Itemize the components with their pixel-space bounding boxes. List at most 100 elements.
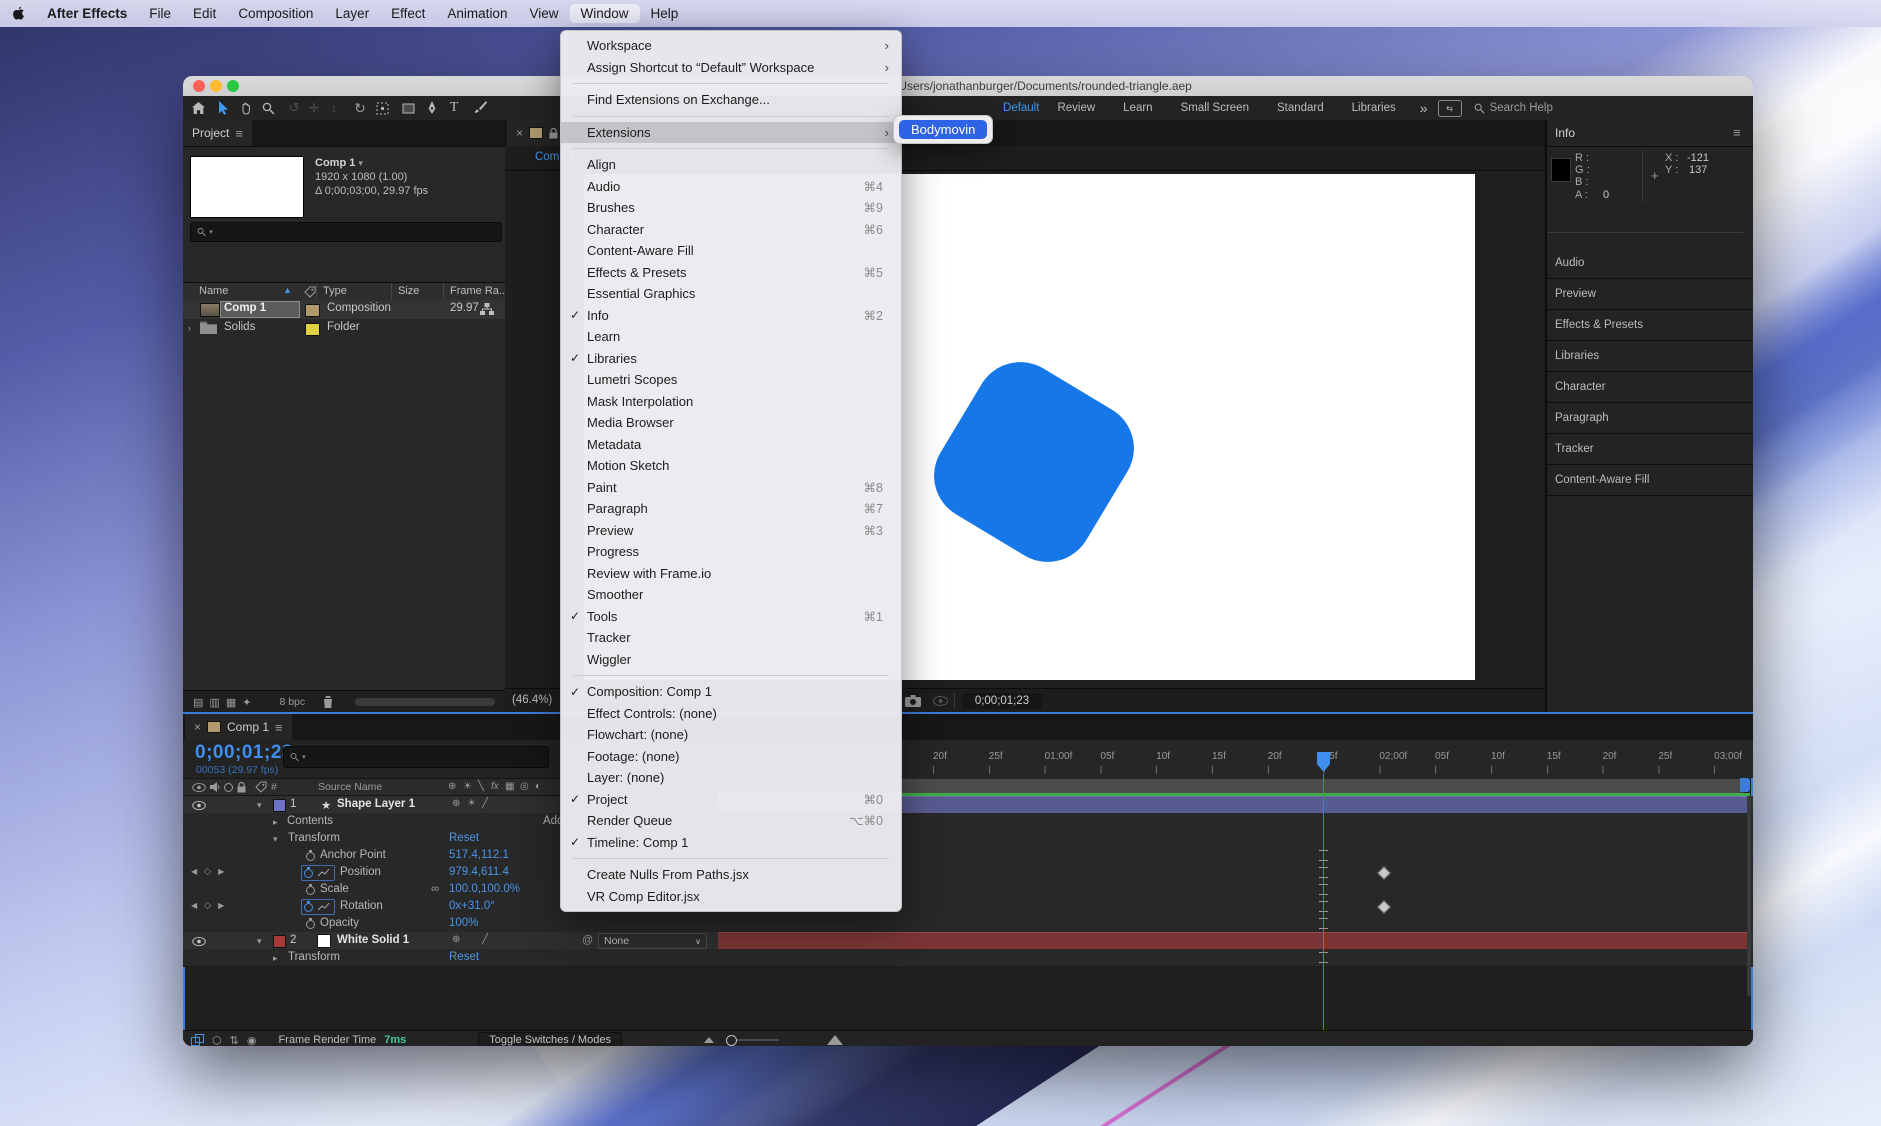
menu-item[interactable] — [561, 853, 901, 864]
stopwatch-icon[interactable] — [306, 850, 315, 861]
menu-item[interactable]: Render Queue ⌥⌘0 — [561, 810, 901, 832]
magnification-ratio[interactable]: (46.4%) — [512, 694, 552, 706]
pan-behind-tool-icon[interactable] — [373, 99, 391, 117]
property-label[interactable]: Anchor Point — [320, 849, 386, 861]
close-icon[interactable]: × — [194, 720, 201, 734]
parent-link-dropdown[interactable]: None ∨ — [598, 933, 707, 949]
stopwatch-active-icon[interactable] — [304, 867, 313, 878]
menubar-item[interactable]: View — [518, 4, 569, 23]
selection-tool-icon[interactable] — [215, 99, 233, 117]
quality-icon[interactable]: ╲ — [478, 781, 484, 792]
label-color-chip[interactable] — [305, 304, 320, 317]
collapse-chevron-icon[interactable]: ▾ — [257, 936, 262, 947]
orbit-camera-tool-icon[interactable]: ↺ — [285, 99, 303, 117]
opacity-value[interactable]: 100% — [449, 917, 478, 929]
menu-item[interactable]: Tracker — [561, 627, 901, 649]
property-label[interactable]: Opacity — [320, 917, 359, 929]
zoom-out-mountain-icon[interactable] — [704, 1037, 714, 1043]
menu-item[interactable]: Essential Graphics — [561, 283, 901, 305]
anchor-point-value[interactable]: 517.4,112.1 — [449, 849, 509, 861]
project-row-solids[interactable]: › Solids Folder — [183, 319, 505, 338]
menu-item[interactable]: Extensions › — [561, 122, 901, 144]
menu-item[interactable]: ✓ Info ⌘2 — [561, 305, 901, 327]
workspace-tab[interactable]: Learn — [1109, 102, 1166, 114]
property-label[interactable]: Position — [340, 866, 381, 878]
keyframe-navigator[interactable]: ◀◇▶ — [191, 867, 224, 877]
camera-shutter-icon[interactable]: ◉ — [247, 1034, 257, 1047]
snapshot-camera-icon[interactable] — [905, 695, 921, 707]
close-window-button[interactable] — [193, 80, 205, 92]
rectangle-tool-icon[interactable] — [399, 99, 417, 117]
effects-fx-icon[interactable]: fx — [491, 781, 499, 792]
toggle-switches-modes-button[interactable]: Toggle Switches / Modes — [478, 1032, 622, 1046]
menu-item[interactable]: ✓ Composition: Comp 1 — [561, 681, 901, 703]
menu-item[interactable]: Audio ⌘4 — [561, 176, 901, 198]
menu-item[interactable] — [561, 143, 901, 154]
property-row-transform-solid[interactable]: ▸ Transform Reset — [183, 949, 1753, 967]
menu-item[interactable]: ✓ Libraries — [561, 348, 901, 370]
quality-switch-icon[interactable]: ╱ — [482, 934, 488, 945]
mini-flowchart-icon[interactable] — [191, 1034, 204, 1047]
adjustment-icon[interactable]: ◐ — [535, 781, 541, 792]
rotation-tool-icon[interactable]: ↻ — [351, 99, 369, 117]
menu-item[interactable]: Flowchart: (none) — [561, 724, 901, 746]
menubar-item[interactable]: Effect — [380, 4, 436, 23]
menubar-item[interactable]: Composition — [227, 4, 324, 23]
label-color-chip[interactable] — [305, 323, 320, 336]
folder-create-icon[interactable]: ▥ — [209, 696, 219, 709]
disclosure-chevron-icon[interactable]: ▸ — [273, 953, 278, 964]
disclosure-chevron-icon[interactable]: ▸ — [273, 817, 278, 828]
disclosure-chevron-icon[interactable]: › — [188, 323, 191, 333]
timeline-vertical-scrollbar[interactable] — [1747, 796, 1751, 996]
layer-row-white-solid[interactable]: ▾ 2 White Solid 1 ⊕ ╱ @ None ∨ — [183, 932, 1753, 950]
solo-icon[interactable] — [224, 783, 233, 792]
property-row-transform[interactable]: ▾ Transform Reset — [183, 830, 1753, 848]
property-label[interactable]: Transform — [288, 951, 340, 963]
home-tool-icon[interactable] — [189, 99, 207, 117]
layer-color-chip[interactable] — [273, 799, 286, 812]
motion-blur-icon[interactable]: ◎ — [520, 781, 529, 792]
playhead-line[interactable] — [1323, 774, 1324, 1032]
property-label[interactable]: Rotation — [340, 900, 383, 912]
menu-item[interactable]: Metadata — [561, 434, 901, 456]
panel-menu-icon[interactable]: ≡ — [235, 126, 243, 141]
shy-icon[interactable]: ⊕ — [448, 781, 456, 792]
property-label[interactable]: Transform — [288, 832, 340, 844]
transform-reset-link[interactable]: Reset — [449, 832, 479, 844]
project-row-comp1[interactable]: Comp 1 Composition 29.97 — [183, 300, 505, 319]
property-label[interactable]: Scale — [320, 883, 349, 895]
collapsed-panel-header[interactable]: Preview — [1547, 279, 1753, 310]
collapsed-panel-header[interactable]: Tracker — [1547, 434, 1753, 465]
audio-speaker-icon[interactable] — [210, 782, 220, 792]
project-bit-depth[interactable]: 8 bpc — [279, 696, 305, 708]
column-source-name[interactable]: Source Name — [318, 781, 382, 793]
menu-item[interactable]: Brushes ⌘9 — [561, 197, 901, 219]
menu-item[interactable]: Content-Aware Fill — [561, 240, 901, 262]
eye-icon[interactable] — [192, 937, 206, 946]
layer-name[interactable]: White Solid 1 — [337, 934, 409, 946]
menu-item[interactable]: Wiggler — [561, 649, 901, 671]
graph-editor-icon[interactable] — [318, 903, 330, 911]
shy-switch-icon[interactable]: ⊕ — [452, 798, 460, 809]
interpret-footage-icon[interactable]: ✦ — [242, 696, 251, 709]
timeline-search-input[interactable] — [309, 750, 542, 764]
workspace-tab[interactable]: Default — [989, 102, 1043, 114]
property-row-rotation[interactable]: ◀◇▶ Rotation 0x+31.0° — [183, 898, 1753, 916]
lock-icon[interactable] — [549, 128, 558, 139]
menubar-item[interactable]: Layer — [324, 4, 380, 23]
grid-view-icon[interactable]: ▦ — [226, 696, 236, 709]
prev-keyframe-icon[interactable]: ◀ — [191, 867, 197, 877]
label-color-icon[interactable] — [255, 781, 267, 793]
column-type[interactable]: Type — [323, 285, 347, 297]
project-tab[interactable]: Project ≡ — [183, 120, 252, 146]
column-framerate[interactable]: Frame Ra.. — [450, 285, 505, 297]
project-view-icon[interactable]: ▤ — [193, 696, 203, 709]
brush-tool-icon[interactable] — [471, 99, 489, 117]
next-keyframe-icon[interactable]: ▶ — [218, 867, 224, 877]
zoom-in-mountain-icon[interactable] — [827, 1035, 843, 1045]
collapse-icon[interactable]: ☀ — [463, 781, 472, 792]
add-keyframe-icon[interactable]: ◇ — [204, 900, 211, 911]
column-size[interactable]: Size — [398, 285, 419, 297]
menu-item[interactable]: Paint ⌘8 — [561, 477, 901, 499]
quality-switch-icon[interactable]: ╱ — [482, 798, 488, 809]
